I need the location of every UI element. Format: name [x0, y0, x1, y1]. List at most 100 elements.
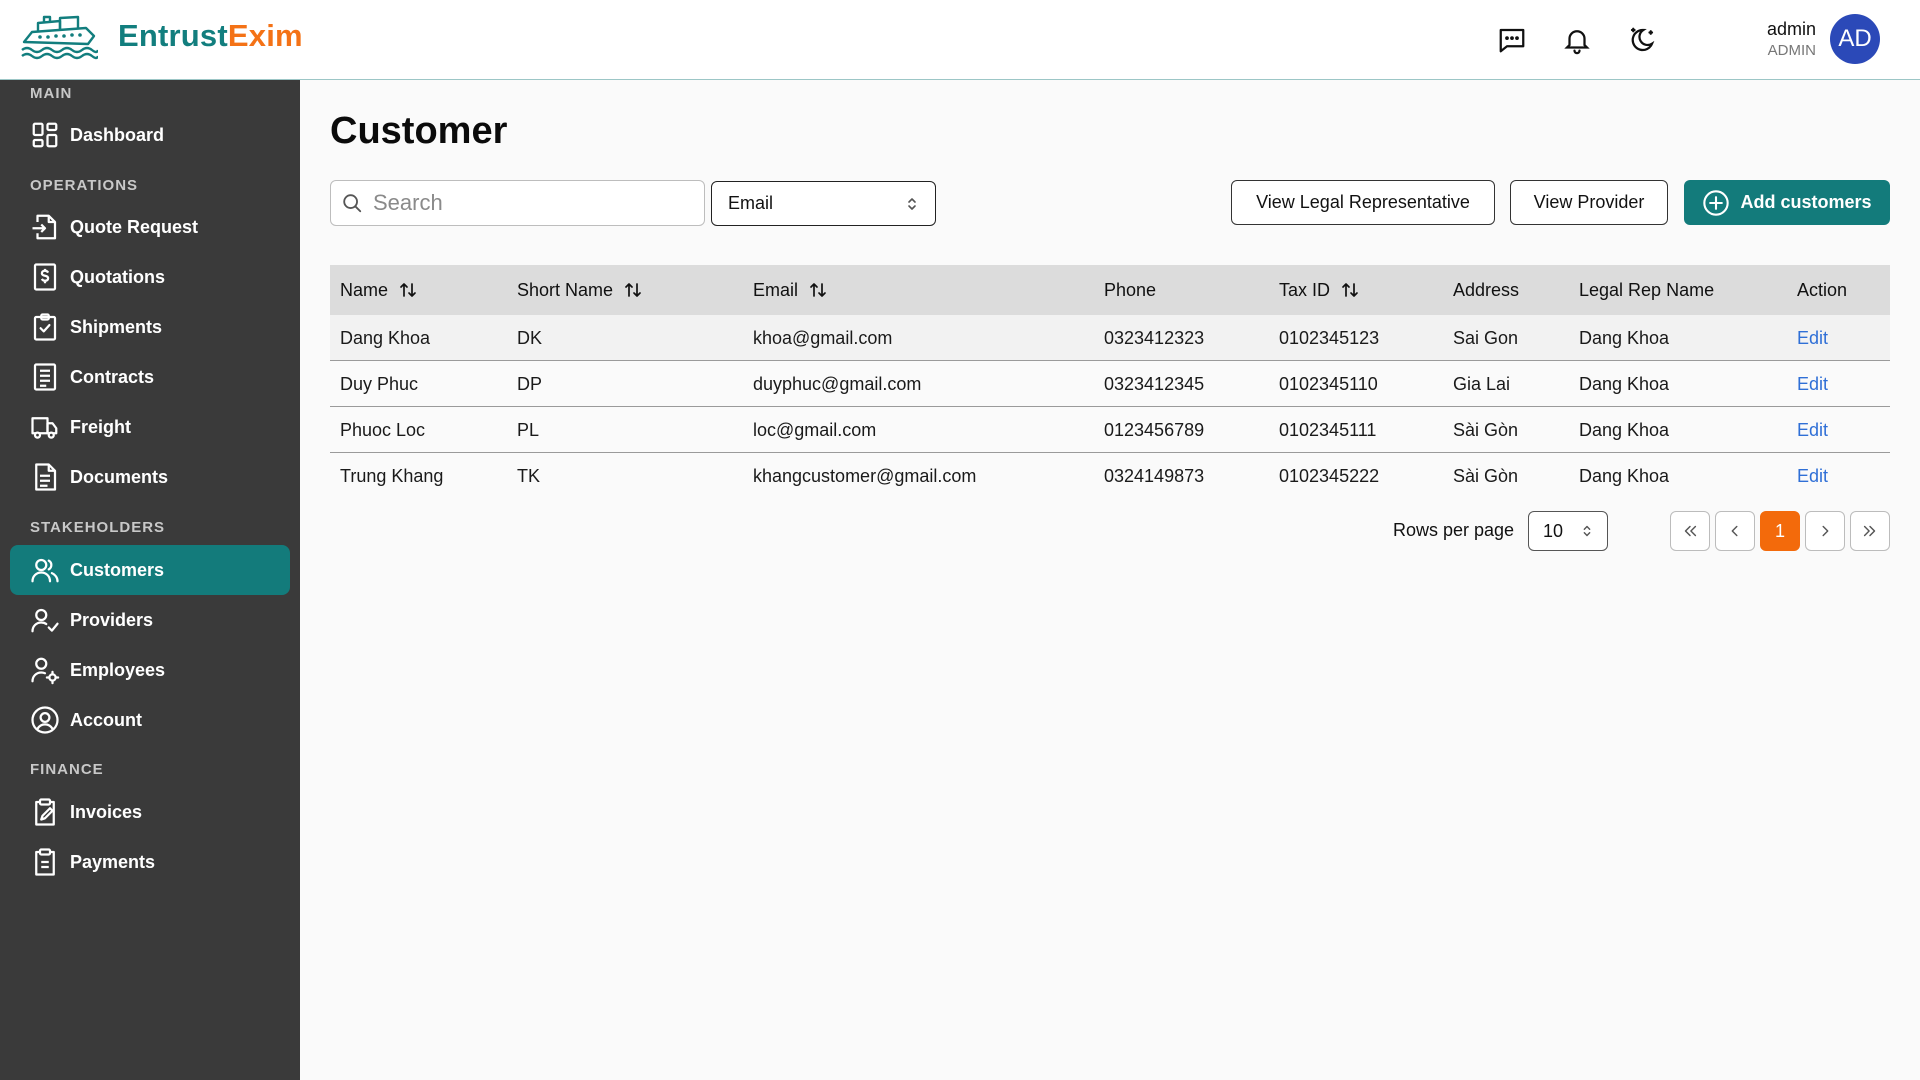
quotations-icon: [33, 263, 57, 291]
sidebar-item-freight[interactable]: Freight: [10, 402, 290, 452]
chevron-right-icon: [1822, 525, 1829, 537]
search-field-select[interactable]: Email: [711, 181, 936, 226]
column-header-label: Action: [1797, 279, 1848, 300]
column-header-action: Action: [1797, 265, 1847, 315]
bell-icon[interactable]: [1559, 22, 1595, 58]
cell-short-name: DK: [517, 327, 543, 348]
cell-phone: 0123456789: [1104, 419, 1205, 440]
cell-legal-rep-name: Dang Khoa: [1579, 465, 1670, 486]
column-header-phone: Phone: [1104, 265, 1156, 315]
column-header-short-name[interactable]: Short Name: [517, 265, 643, 315]
sidebar-item-payments[interactable]: Payments: [10, 837, 290, 887]
chevrons-left-icon: [1684, 525, 1697, 537]
column-header-address: Address: [1453, 265, 1519, 315]
view-provider-button[interactable]: View Provider: [1510, 180, 1668, 225]
column-header-legal-rep-name: Legal Rep Name: [1579, 265, 1714, 315]
sidebar-item-label: Payments: [70, 851, 156, 872]
sidebar-item-shipments[interactable]: Shipments: [10, 302, 290, 352]
messages-icon[interactable]: [1494, 22, 1530, 58]
add-customers-button[interactable]: Add customers: [1684, 180, 1890, 225]
search-input[interactable]: [373, 190, 693, 216]
column-header-label: Legal Rep Name: [1579, 279, 1715, 300]
search-box[interactable]: [330, 180, 705, 226]
table-row: Duy Phuc DP duyphuc@gmail.com 0323412345…: [330, 361, 1890, 407]
first-page-button[interactable]: [1670, 511, 1710, 551]
table-row: Trung Khang TK khangcustomer@gmail.com 0…: [330, 453, 1890, 499]
dashboard-icon: [32, 122, 58, 148]
chevron-updown-icon: [1583, 525, 1591, 537]
sort-icon[interactable]: [1340, 280, 1360, 300]
cell-email: khangcustomer@gmail.com: [753, 465, 977, 486]
sidebar-item-documents[interactable]: Documents: [10, 452, 290, 502]
sidebar-item-customers[interactable]: Customers: [10, 545, 290, 595]
theme-toggle-icon[interactable]: [1624, 22, 1660, 58]
customers-table: Name Short Name Email Phone Tax ID Addre…: [330, 265, 1890, 499]
edit-link[interactable]: Edit: [1797, 453, 1828, 499]
table-row: Dang Khoa DK khoa@gmail.com 0323412323 0…: [330, 315, 1890, 361]
edit-link[interactable]: Edit: [1797, 361, 1828, 407]
sidebar-item-dashboard[interactable]: Dashboard: [10, 110, 290, 160]
last-page-button[interactable]: [1850, 511, 1890, 551]
brand-name-part1: Entrust: [118, 18, 228, 53]
sidebar-item-quote-request[interactable]: Quote Request: [10, 202, 290, 252]
user-role: ADMIN: [1767, 41, 1816, 59]
cell-short-name: DP: [517, 373, 543, 394]
sidebar-item-employees[interactable]: Employees: [10, 645, 290, 695]
sidebar-item-account[interactable]: Account: [10, 695, 290, 745]
payments-icon: [35, 848, 55, 876]
previous-page-button[interactable]: [1715, 511, 1755, 551]
edit-link[interactable]: Edit: [1797, 315, 1828, 361]
cell-email: duyphuc@gmail.com: [753, 373, 922, 394]
column-header-label: Address: [1453, 279, 1520, 300]
cell-address: Sai Gon: [1453, 327, 1519, 348]
add-customers-label: Add customers: [1740, 192, 1872, 212]
cell-legal-rep-name: Dang Khoa: [1579, 373, 1670, 394]
sidebar: MAIN Dashboard OPERATIONS Quote Request …: [0, 80, 300, 1080]
cell-address: Sài Gòn: [1453, 465, 1519, 486]
brand-name-part2: Exim: [227, 18, 303, 53]
table-header: Name Short Name Email Phone Tax ID Addre…: [330, 265, 1890, 315]
avatar[interactable]: AD: [1830, 14, 1880, 64]
page-button-current[interactable]: 1: [1760, 511, 1800, 551]
sort-icon[interactable]: [808, 280, 828, 300]
rows-per-page-label: Rows per page: [1393, 520, 1515, 540]
sidebar-item-invoices[interactable]: Invoices: [10, 787, 290, 837]
column-header-tax-id[interactable]: Tax ID: [1279, 265, 1360, 315]
sidebar-item-providers[interactable]: Providers: [10, 595, 290, 645]
user-menu[interactable]: admin ADMIN AD: [1767, 14, 1880, 64]
edit-link[interactable]: Edit: [1797, 407, 1828, 453]
cell-tax-id: 0102345110: [1279, 373, 1378, 394]
sidebar-item-label: Providers: [70, 609, 154, 630]
sidebar-item-label: Invoices: [70, 801, 143, 822]
sort-icon[interactable]: [398, 280, 418, 300]
sidebar-item-label: Employees: [70, 659, 166, 680]
contracts-icon: [33, 363, 57, 391]
cell-email: khoa@gmail.com: [753, 327, 893, 348]
sidebar-item-contracts[interactable]: Contracts: [10, 352, 290, 402]
freight-icon: [31, 417, 58, 439]
cell-tax-id: 0102345123: [1279, 327, 1380, 348]
column-header-email[interactable]: Email: [753, 265, 828, 315]
documents-icon: [35, 463, 57, 491]
brand-logo[interactable]: EntrustExim: [20, 12, 303, 60]
page-title: Customer: [330, 110, 508, 152]
column-header-label: Tax ID: [1279, 279, 1331, 300]
section-title-stakeholders: STAKEHOLDERS: [30, 519, 166, 536]
view-legal-representative-button[interactable]: View Legal Representative: [1231, 180, 1495, 225]
sidebar-item-label: Customers: [70, 559, 165, 580]
cell-name: Duy Phuc: [340, 373, 419, 394]
column-header-name[interactable]: Name: [340, 265, 418, 315]
column-header-label: Name: [340, 279, 389, 300]
plus-circle-icon: [1703, 189, 1730, 216]
employees-icon: [31, 657, 60, 685]
quote-request-icon: [32, 214, 57, 240]
sidebar-item-quotations[interactable]: Quotations: [10, 252, 290, 302]
cell-tax-id: 0102345222: [1279, 465, 1380, 486]
next-page-button[interactable]: [1805, 511, 1845, 551]
sidebar-item-label: Dashboard: [70, 124, 165, 145]
sort-icon[interactable]: [623, 280, 643, 300]
search-field-value: Email: [728, 193, 774, 213]
section-title-main: MAIN: [30, 85, 73, 102]
rows-per-page-select[interactable]: 10: [1528, 511, 1608, 551]
cell-name: Trung Khang: [340, 465, 444, 486]
